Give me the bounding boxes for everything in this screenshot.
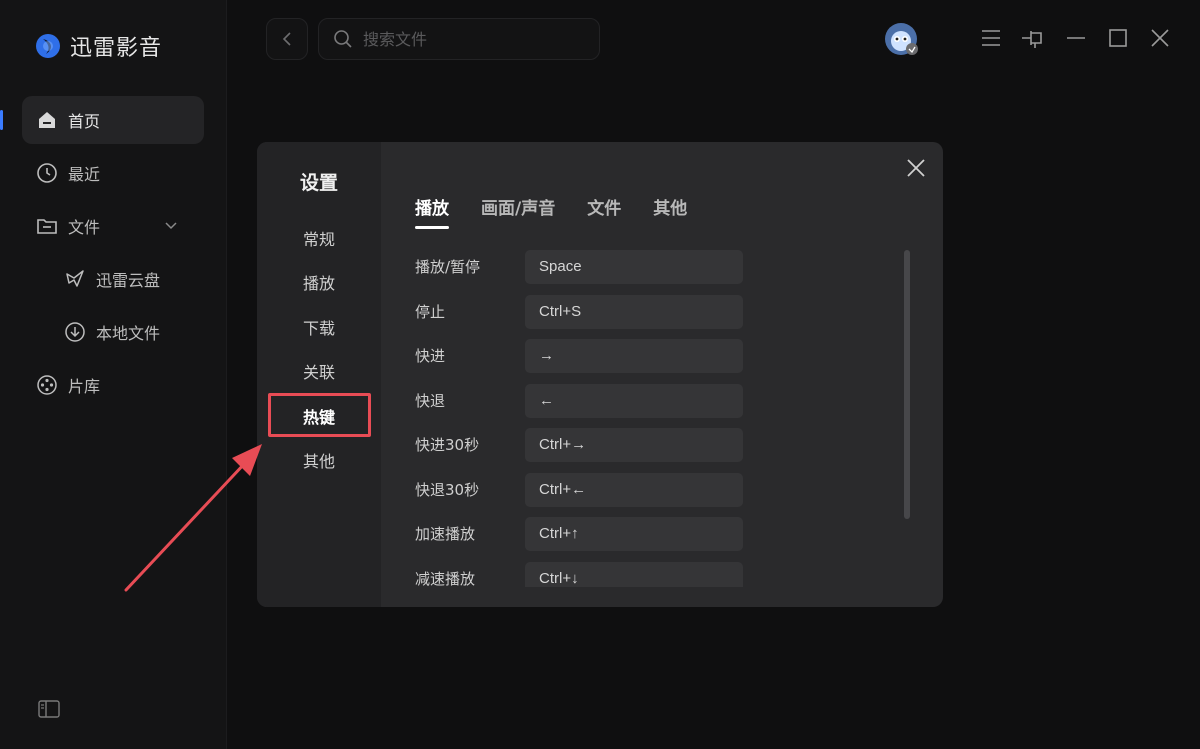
chevron-down-icon[interactable] — [164, 218, 178, 232]
download-circle-icon — [64, 321, 86, 343]
settings-menu-other[interactable]: 其他 — [257, 448, 381, 472]
hamburger-menu-icon — [982, 30, 1000, 46]
sidebar-item-home[interactable]: 首页 — [0, 96, 204, 144]
maximize-icon — [1109, 29, 1127, 47]
hotkey-input[interactable]: → — [525, 339, 743, 373]
hotkey-input[interactable]: ← — [525, 383, 743, 418]
hotkey-input[interactable]: Ctrl+↓ — [525, 561, 743, 587]
maximize-button[interactable] — [1106, 26, 1130, 50]
chevron-left-icon — [282, 32, 291, 46]
settings-dialog: 设置 常规 播放 下载 关联 热键 其他 播放 画面/声音 文件 其他 播放/暂… — [257, 142, 943, 607]
clock-icon — [36, 162, 58, 184]
back-button[interactable] — [266, 18, 308, 60]
hotkey-row: 减速播放 Ctrl+↓ — [415, 561, 775, 588]
sidebar-item-library[interactable]: 片库 — [22, 361, 204, 409]
tab-playback[interactable]: 播放 — [415, 194, 449, 229]
hotkey-row: 播放/暂停 Space — [415, 250, 775, 295]
hotkey-row: 加速播放 Ctrl+↑ — [415, 517, 775, 562]
sidebar-item-recent[interactable]: 最近 — [22, 149, 204, 197]
hotkey-action-label: 快退30秒 — [415, 480, 480, 499]
hotkey-row: 快进30秒 Ctrl+→ — [415, 428, 775, 473]
hotkey-scrollbar[interactable] — [904, 250, 910, 519]
minimize-icon — [1067, 37, 1085, 39]
hotkey-input[interactable]: Ctrl+← — [525, 472, 743, 507]
pin-icon — [1022, 31, 1042, 48]
cloud-bird-icon — [64, 268, 86, 290]
settings-menu-download[interactable]: 下载 — [257, 315, 381, 339]
search-icon — [334, 30, 352, 48]
tab-file[interactable]: 文件 — [587, 194, 621, 229]
sidebar-item-local-files[interactable]: 本地文件 — [22, 308, 204, 356]
sidebar-item-label: 文件 — [68, 218, 101, 237]
hotkey-list: 播放/暂停 Space 停止 Ctrl+S 快进 → 快退 ← 快进30秒 Ct… — [415, 250, 775, 587]
sidebar-item-xunlei-cloud[interactable]: 迅雷云盘 — [22, 255, 204, 303]
hotkey-action-label: 播放/暂停 — [415, 258, 481, 276]
hotkey-action-label: 快进30秒 — [415, 436, 480, 454]
folder-icon — [36, 215, 58, 237]
settings-menu-playback[interactable]: 播放 — [257, 270, 381, 294]
sidebar-item-label: 片库 — [68, 377, 101, 396]
hotkey-action-label: 停止 — [415, 302, 446, 321]
home-icon — [36, 109, 58, 131]
hotkey-action-label: 快进 — [415, 347, 446, 365]
app-name: 迅雷影音 — [70, 36, 163, 61]
sidebar: 迅雷影音 首页 最近 文件 迅雷云盘 本地文件 片库 — [0, 0, 227, 749]
hotkey-action-label: 快退 — [415, 391, 446, 410]
sidebar-toggle-icon[interactable] — [38, 700, 60, 718]
tab-video-audio[interactable]: 画面/声音 — [481, 194, 555, 229]
sidebar-item-label: 首页 — [68, 112, 101, 131]
hotkey-tabs: 播放 画面/声音 文件 其他 — [415, 194, 719, 229]
hotkey-row: 停止 Ctrl+S — [415, 294, 775, 340]
hotkey-input[interactable]: Space — [525, 250, 743, 284]
close-icon — [1151, 29, 1169, 47]
hotkey-input[interactable]: Ctrl+↑ — [525, 517, 743, 551]
hotkey-input[interactable]: Ctrl+→ — [525, 428, 743, 462]
menu-button[interactable] — [979, 26, 1003, 50]
settings-title: 设置 — [299, 172, 338, 194]
film-reel-icon — [36, 374, 58, 396]
settings-menu-association[interactable]: 关联 — [257, 359, 381, 383]
hotkey-input[interactable]: Ctrl+S — [525, 294, 743, 329]
tab-other[interactable]: 其他 — [653, 194, 687, 229]
settings-menu: 设置 常规 播放 下载 关联 热键 其他 — [257, 142, 381, 607]
app-logo: 迅雷影音 — [34, 30, 162, 62]
xunlei-logo-icon — [36, 34, 60, 58]
sidebar-nav: 首页 最近 文件 迅雷云盘 本地文件 片库 — [0, 96, 204, 414]
user-avatar[interactable] — [884, 22, 918, 56]
sidebar-item-files[interactable]: 文件 — [22, 202, 204, 250]
annotation-highlight-box — [268, 393, 371, 437]
pin-button[interactable] — [1021, 26, 1045, 50]
close-window-button[interactable] — [1148, 26, 1172, 50]
minimize-button[interactable] — [1064, 26, 1088, 50]
search-input[interactable] — [361, 28, 585, 50]
hotkey-action-label: 减速播放 — [415, 569, 476, 588]
settings-menu-general[interactable]: 常规 — [257, 226, 381, 250]
hotkey-row: 快退 ← — [415, 383, 775, 429]
hotkey-action-label: 加速播放 — [415, 525, 476, 543]
sidebar-item-label: 迅雷云盘 — [96, 271, 161, 290]
hotkey-row: 快退30秒 Ctrl+← — [415, 472, 775, 518]
dialog-close-icon[interactable] — [905, 157, 927, 179]
sidebar-item-label: 最近 — [68, 165, 101, 184]
search-box[interactable] — [318, 18, 600, 60]
sidebar-item-label: 本地文件 — [96, 324, 161, 343]
hotkey-row: 快进 → — [415, 339, 775, 384]
